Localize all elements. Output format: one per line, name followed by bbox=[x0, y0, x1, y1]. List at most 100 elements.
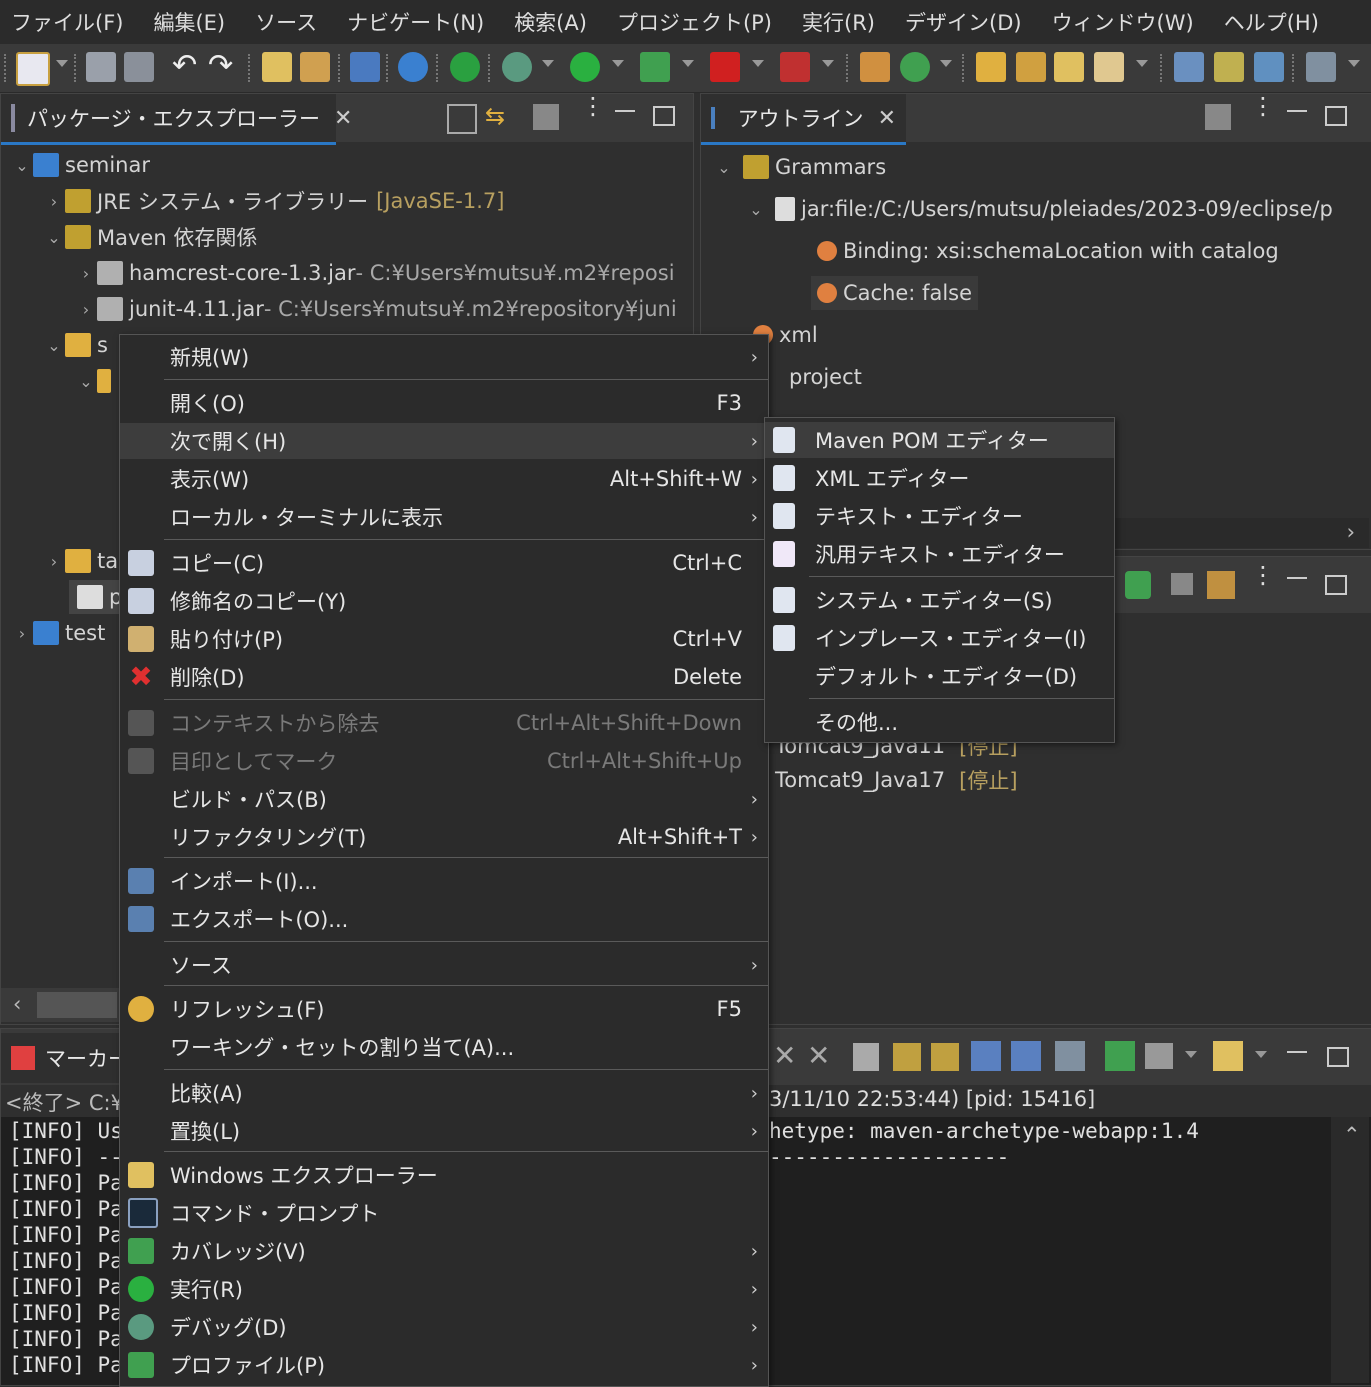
menu-item-windows-explorer[interactable]: Windows エクスプローラー bbox=[120, 1157, 768, 1193]
menu-navigate[interactable]: ナビゲート(N) bbox=[336, 7, 503, 37]
view-menu-icon[interactable]: ⋮ bbox=[1251, 94, 1275, 118]
tree-item-pom[interactable]: p bbox=[69, 580, 127, 614]
submenu-item-generic-text-editor[interactable]: 汎用テキスト・エディター bbox=[765, 536, 1114, 572]
menu-item-new[interactable]: 新規(W) › bbox=[120, 339, 768, 375]
minimize-icon[interactable] bbox=[1287, 110, 1307, 112]
tree-item-test[interactable]: › test bbox=[11, 616, 105, 650]
tree-item-junit[interactable]: › junit-4.11.jar - C:¥Users¥mutsu¥.m2¥re… bbox=[75, 292, 677, 326]
menu-item-build-path[interactable]: ビルド・パス(B) › bbox=[120, 781, 768, 817]
word-wrap-icon[interactable] bbox=[931, 1043, 959, 1071]
chevron-down-icon[interactable]: ⌄ bbox=[11, 156, 33, 175]
menu-design[interactable]: デザイン(D) bbox=[894, 7, 1041, 37]
menu-run[interactable]: 実行(R) bbox=[791, 7, 894, 37]
open-resource-icon[interactable] bbox=[300, 52, 330, 82]
chevron-down-icon[interactable] bbox=[542, 60, 554, 67]
brush-icon[interactable] bbox=[1094, 52, 1124, 82]
chevron-left-icon[interactable]: ‹ bbox=[13, 992, 21, 1016]
new-project-icon[interactable] bbox=[1214, 52, 1244, 82]
menu-item-assign-working-set[interactable]: ワーキング・セットの割り当て(A)... bbox=[120, 1029, 768, 1065]
menu-source[interactable]: ソース bbox=[244, 7, 336, 37]
menu-file[interactable]: ファイル(F) bbox=[0, 7, 142, 37]
submenu-item-maven-pom-editor[interactable]: Maven POM エディター bbox=[765, 422, 1114, 458]
minimize-icon[interactable] bbox=[1287, 1051, 1307, 1053]
show-on-output-icon[interactable] bbox=[971, 1041, 1001, 1071]
display-console-icon[interactable] bbox=[1145, 1043, 1173, 1069]
menu-item-paste[interactable]: 貼り付け(P) Ctrl+V bbox=[120, 621, 768, 657]
pin-console-icon[interactable] bbox=[1055, 1041, 1085, 1071]
chevron-down-icon[interactable]: ⌄ bbox=[43, 228, 65, 247]
submenu-item-xml-editor[interactable]: XML エディター bbox=[765, 460, 1114, 496]
menu-item-run[interactable]: 実行(R) › bbox=[120, 1271, 768, 1307]
menu-item-copy[interactable]: コピー(C) Ctrl+C bbox=[120, 545, 768, 581]
show-on-error-icon[interactable] bbox=[1011, 1041, 1041, 1071]
chevron-right-icon[interactable]: › bbox=[75, 264, 97, 283]
minimize-icon[interactable] bbox=[615, 110, 635, 112]
save-icon[interactable] bbox=[86, 52, 116, 82]
refresh-icon[interactable] bbox=[900, 52, 930, 82]
chevron-down-icon[interactable]: ⌄ bbox=[43, 336, 65, 355]
scroll-lock-icon[interactable] bbox=[893, 1043, 921, 1071]
menu-help[interactable]: ヘルプ(H) bbox=[1213, 7, 1338, 37]
menu-edit[interactable]: 編集(E) bbox=[142, 7, 244, 37]
remove-launch-icon[interactable]: ✕ bbox=[773, 1039, 796, 1072]
clear-console-icon[interactable] bbox=[853, 1043, 879, 1071]
menu-window[interactable]: ウィンドウ(W) bbox=[1041, 7, 1213, 37]
chevron-down-icon[interactable] bbox=[1136, 60, 1148, 67]
tree-item-subfolder[interactable]: ⌄ bbox=[75, 364, 117, 398]
chevron-down-icon[interactable]: ⌄ bbox=[713, 158, 735, 177]
open-console-icon[interactable] bbox=[1105, 1041, 1135, 1071]
menu-item-export[interactable]: エクスポート(O)... bbox=[120, 901, 768, 937]
link-with-editor-icon[interactable]: ⇆ bbox=[485, 102, 505, 130]
folder-open-icon[interactable] bbox=[1016, 52, 1046, 82]
tree-item-maven-deps[interactable]: ⌄ Maven 依存関係 bbox=[43, 220, 257, 254]
submenu-item-inplace-editor[interactable]: インプレース・エディター(I) bbox=[765, 620, 1114, 656]
menu-item-replace[interactable]: 置換(L) › bbox=[120, 1113, 768, 1149]
stop-server-icon[interactable] bbox=[1171, 573, 1193, 595]
menu-item-compare[interactable]: 比較(A) › bbox=[120, 1075, 768, 1111]
redo-icon[interactable]: ↷ bbox=[208, 51, 238, 82]
new-icon[interactable] bbox=[16, 52, 50, 86]
chevron-down-icon[interactable] bbox=[752, 60, 764, 67]
save-all-icon[interactable] bbox=[124, 52, 154, 82]
close-icon[interactable]: ✕ bbox=[334, 106, 352, 131]
menu-item-show-in[interactable]: 表示(W) Alt+Shift+W › bbox=[120, 461, 768, 497]
new-console-icon[interactable] bbox=[1213, 1041, 1243, 1071]
view-menu-icon[interactable]: ⋮ bbox=[581, 94, 605, 118]
scrollbar-thumb[interactable] bbox=[37, 992, 117, 1018]
tree-item-hamcrest[interactable]: › hamcrest-core-1.3.jar - C:¥Users¥mutsu… bbox=[75, 256, 675, 290]
chevron-down-icon[interactable] bbox=[1348, 60, 1360, 67]
server-item[interactable]: Tomcat9_Java17 [停止] bbox=[775, 763, 1018, 797]
chevron-right-icon[interactable]: › bbox=[1347, 520, 1355, 544]
chevron-up-icon[interactable]: ⌃ bbox=[1343, 1123, 1361, 1147]
menu-item-refactor[interactable]: リファクタリング(T) Alt+Shift+T › bbox=[120, 819, 768, 855]
collapse-all-icon[interactable] bbox=[447, 104, 477, 134]
open-type-icon[interactable] bbox=[262, 52, 292, 82]
new-file-icon[interactable] bbox=[1254, 52, 1284, 82]
outline-item-jar[interactable]: ⌄ jar:file:/C:/Users/mutsu/pleiades/2023… bbox=[745, 192, 1333, 226]
maximize-icon[interactable] bbox=[1325, 575, 1347, 595]
disconnect-icon[interactable] bbox=[780, 52, 810, 82]
view-menu-icon[interactable]: ⋮ bbox=[1251, 563, 1275, 587]
menu-item-open-with[interactable]: 次で開く(H) › bbox=[120, 423, 768, 459]
chevron-right-icon[interactable]: › bbox=[75, 300, 97, 319]
vertical-scrollbar[interactable]: ⌃ bbox=[1331, 1117, 1369, 1383]
menu-item-show-in-terminal[interactable]: ローカル・ターミナルに表示 › bbox=[120, 499, 768, 535]
console-icon[interactable] bbox=[350, 52, 380, 82]
start-server-icon[interactable] bbox=[1125, 571, 1151, 599]
filter-icon[interactable] bbox=[1205, 104, 1231, 130]
tree-item-target[interactable]: › ta bbox=[43, 544, 118, 578]
tab-package-explorer[interactable]: パッケージ・エクスプローラー ✕ bbox=[1, 94, 352, 145]
menu-project[interactable]: プロジェクト(P) bbox=[606, 7, 791, 37]
chevron-right-icon[interactable]: › bbox=[43, 552, 65, 571]
minimize-icon[interactable] bbox=[1287, 577, 1307, 579]
maximize-icon[interactable] bbox=[653, 106, 675, 126]
outline-item-project[interactable]: project bbox=[789, 360, 862, 394]
horizontal-scrollbar[interactable]: ‹ bbox=[1, 988, 121, 1022]
submenu-item-system-editor[interactable]: システム・エディター(S) bbox=[765, 582, 1114, 618]
folder-icon[interactable] bbox=[1054, 52, 1084, 82]
tree-item-src[interactable]: ⌄ s bbox=[43, 328, 108, 362]
package-icon[interactable] bbox=[860, 52, 890, 82]
stop-icon[interactable] bbox=[710, 52, 740, 82]
chevron-down-icon[interactable] bbox=[940, 60, 952, 67]
menu-item-source[interactable]: ソース › bbox=[120, 947, 768, 983]
